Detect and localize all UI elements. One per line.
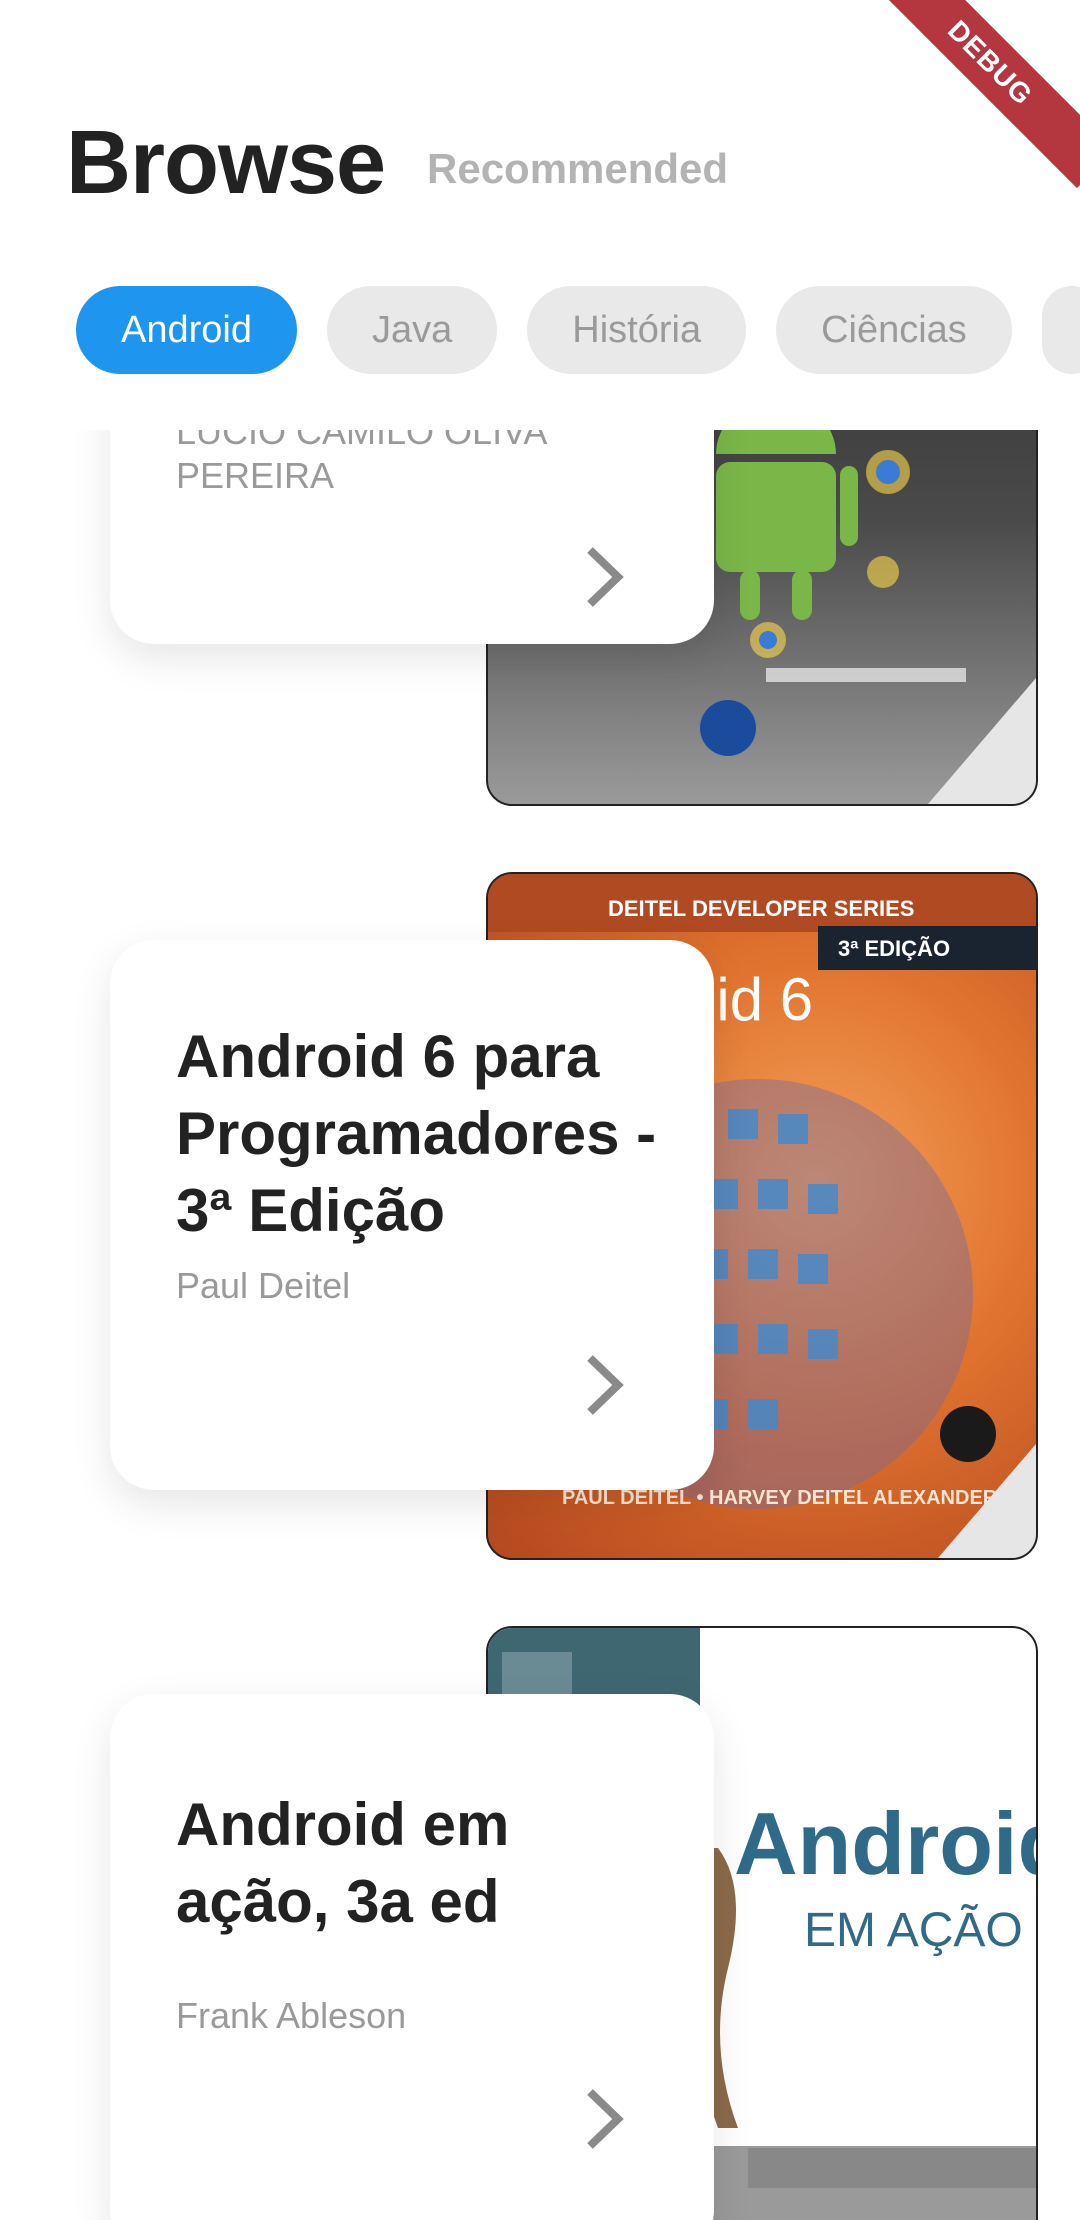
recommended-tab[interactable]: Recommended	[427, 145, 728, 193]
page-title: Browse	[66, 113, 386, 213]
chip-android[interactable]: Android	[76, 286, 297, 374]
cover-sub-text: EM AÇÃO	[804, 1903, 1023, 1957]
debug-banner: DEBUG	[864, 0, 1080, 189]
chip-more[interactable]	[1041, 286, 1080, 374]
book-author: Frank Ableson	[176, 1995, 407, 2036]
cover-edition-text: 3ª EDIÇÃO	[838, 936, 950, 961]
cover-series-text: DEITEL DEVELOPER SERIES	[608, 896, 914, 921]
chevron-right-icon[interactable]	[580, 542, 630, 612]
cover-authors-text: PAUL DEITEL • HARVEY DEITEL ALEXANDER WA…	[562, 1487, 1036, 1509]
book-card[interactable]: Android em ação, 3a ed Frank Ableson	[110, 1694, 714, 2220]
book-title: Android em ação, 3a ed	[176, 1791, 510, 1935]
category-chips: Android Java História Ciências	[76, 286, 1080, 374]
book-card[interactable]: Android 6 para Programadores - 3ª Edição…	[110, 940, 714, 1490]
chip-ciencias[interactable]: Ciências	[776, 286, 1012, 374]
chip-java[interactable]: Java	[326, 286, 498, 374]
book-list: es LUCIO CAMILO OLIVA PEREIRA DEITEL DEV…	[0, 430, 1080, 2220]
chevron-right-icon[interactable]	[580, 2084, 630, 2154]
app-header: Browse Recommended DEBUG Android Java Hist…	[0, 0, 1080, 430]
chevron-right-icon[interactable]	[580, 1350, 630, 1420]
book-title: Android 6 para Programadores - 3ª Edição	[176, 1023, 657, 1244]
book-author: Paul Deitel	[176, 1265, 351, 1306]
book-card[interactable]: es LUCIO CAMILO OLIVA PEREIRA	[110, 430, 714, 644]
cover-big-text: Android	[734, 1794, 1036, 1893]
book-author: LUCIO CAMILO OLIVA PEREIRA	[176, 430, 546, 496]
chip-historia[interactable]: História	[527, 286, 747, 374]
